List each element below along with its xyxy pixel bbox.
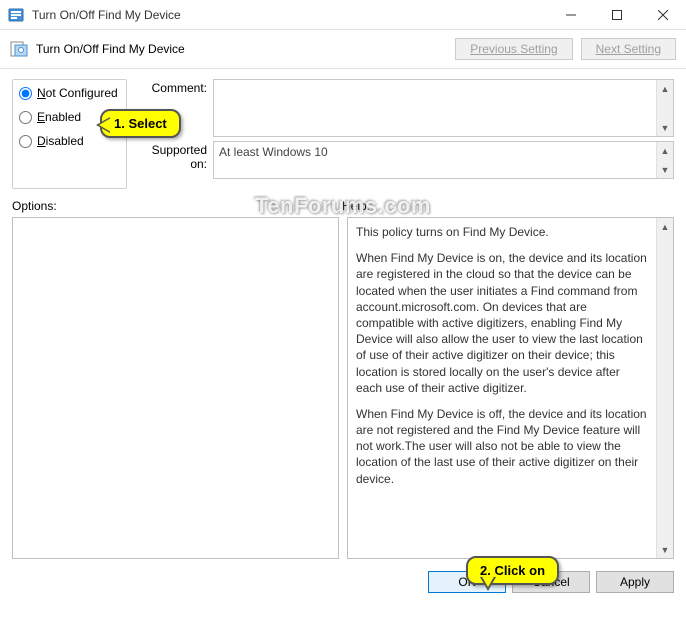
minimize-button[interactable] (548, 0, 594, 30)
options-content (13, 218, 338, 558)
comment-textarea[interactable] (214, 80, 656, 136)
scroll-up-icon[interactable]: ▲ (657, 80, 673, 97)
radio-disabled-input[interactable] (19, 135, 32, 148)
maximize-button[interactable] (594, 0, 640, 30)
help-p3: When Find My Device is off, the device a… (356, 406, 648, 487)
annotation-click: 2. Click on (466, 556, 559, 585)
help-p1: This policy turns on Find My Device. (356, 224, 648, 240)
radio-not-configured-input[interactable] (19, 87, 32, 100)
comment-scrollbar[interactable]: ▲ ▼ (656, 80, 673, 136)
help-label: Help: (342, 199, 370, 213)
titlebar: Turn On/Off Find My Device (0, 0, 686, 30)
help-scrollbar[interactable]: ▲ ▼ (656, 218, 673, 558)
options-pane (12, 217, 339, 559)
help-content: This policy turns on Find My Device. Whe… (348, 218, 656, 558)
window-title: Turn On/Off Find My Device (32, 8, 548, 22)
toolbar: Turn On/Off Find My Device Previous Sett… (0, 30, 686, 69)
scroll-down-icon[interactable]: ▼ (657, 161, 673, 178)
radio-enabled-input[interactable] (19, 111, 32, 124)
app-icon (8, 7, 24, 23)
supported-label: Supported on: (133, 141, 213, 185)
scroll-up-icon[interactable]: ▲ (657, 142, 673, 159)
policy-title: Turn On/Off Find My Device (36, 42, 185, 56)
options-label: Options: (12, 199, 342, 213)
supported-field: At least Windows 10 ▲ ▼ (213, 141, 674, 179)
annotation-select: 1. Select (100, 109, 181, 138)
scroll-down-icon[interactable]: ▼ (657, 541, 673, 558)
scroll-up-icon[interactable]: ▲ (657, 218, 673, 235)
help-p2: When Find My Device is on, the device an… (356, 250, 648, 396)
close-button[interactable] (640, 0, 686, 30)
radio-not-configured[interactable]: Not Configured (19, 86, 120, 100)
help-pane: This policy turns on Find My Device. Whe… (347, 217, 674, 559)
policy-icon (10, 41, 28, 57)
dialog-footer: OK Cancel Apply (0, 565, 686, 603)
supported-scrollbar[interactable]: ▲ ▼ (656, 142, 673, 178)
scroll-down-icon[interactable]: ▼ (657, 119, 673, 136)
previous-setting-button[interactable]: Previous Setting (455, 38, 572, 60)
next-setting-button[interactable]: Next Setting (581, 38, 676, 60)
apply-button[interactable]: Apply (596, 571, 674, 593)
supported-text: At least Windows 10 (214, 142, 656, 178)
comment-field[interactable]: ▲ ▼ (213, 79, 674, 137)
